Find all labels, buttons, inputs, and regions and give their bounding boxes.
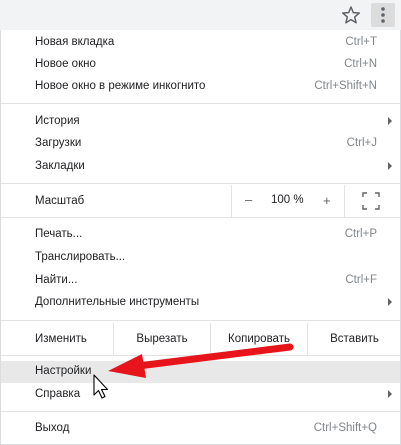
menu-item-shortcut: Ctrl+Shift+Q bbox=[313, 422, 377, 434]
menu-item-print[interactable]: Печать... Ctrl+P bbox=[1, 224, 400, 246]
menu-item-cast[interactable]: Транслировать... bbox=[1, 247, 400, 269]
menu-separator bbox=[1, 183, 400, 184]
submenu-arrow-icon bbox=[388, 390, 392, 398]
menu-item-bookmarks[interactable]: Закладки bbox=[1, 156, 400, 178]
menu-item-find[interactable]: Найти... Ctrl+F bbox=[1, 270, 400, 292]
submenu-arrow-icon bbox=[388, 162, 392, 170]
menu-separator bbox=[1, 320, 400, 321]
cut-button[interactable]: Вырезать bbox=[113, 323, 210, 355]
menu-item-new-window[interactable]: Новое окно Ctrl+N bbox=[1, 54, 400, 76]
submenu-arrow-icon bbox=[388, 117, 392, 125]
menu-item-exit[interactable]: Выход Ctrl+Shift+Q bbox=[1, 418, 400, 440]
menu-separator bbox=[1, 217, 400, 218]
menu-item-label: Дополнительные инструменты bbox=[35, 296, 200, 308]
menu-item-label: Транслировать... bbox=[35, 251, 126, 263]
menu-item-label: Новое окно bbox=[35, 58, 96, 70]
menu-item-shortcut: Ctrl+J bbox=[346, 137, 377, 149]
menu-item-label: Новая вкладка bbox=[35, 36, 115, 48]
menu-item-label: Загрузки bbox=[35, 137, 82, 149]
zoom-out-button[interactable]: – bbox=[245, 192, 252, 207]
menu-item-shortcut: Ctrl+Shift+N bbox=[314, 80, 377, 92]
zoom-in-button[interactable]: + bbox=[323, 193, 331, 208]
menu-separator bbox=[1, 411, 400, 412]
menu-item-label: Найти... bbox=[35, 274, 78, 286]
menu-kebab-button[interactable] bbox=[371, 3, 395, 27]
menu-item-help[interactable]: Справка bbox=[1, 384, 400, 406]
menu-item-more-tools[interactable]: Дополнительные инструменты bbox=[1, 292, 400, 314]
edit-row: Изменить Вырезать Копировать Вставить bbox=[1, 323, 400, 355]
menu-item-history[interactable]: История bbox=[1, 111, 400, 133]
menu-item-new-tab[interactable]: Новая вкладка Ctrl+T bbox=[1, 32, 400, 54]
zoom-label: Масштаб bbox=[35, 195, 85, 207]
copy-button[interactable]: Копировать bbox=[210, 323, 307, 355]
menu-item-label: Закладки bbox=[35, 160, 85, 172]
fullscreen-icon[interactable] bbox=[362, 192, 380, 210]
menu-item-shortcut: Ctrl+T bbox=[345, 36, 377, 48]
edit-label: Изменить bbox=[35, 333, 87, 345]
menu-item-label: Выход bbox=[35, 422, 70, 434]
zoom-row: Масштаб – 100 % + bbox=[1, 185, 400, 217]
menu-item-shortcut: Ctrl+F bbox=[345, 274, 377, 286]
menu-item-new-incognito-window[interactable]: Новое окно в режиме инкогнито Ctrl+Shift… bbox=[1, 76, 400, 98]
menu-item-settings[interactable]: Настройки bbox=[1, 361, 400, 383]
menu-item-label: Новое окно в режиме инкогнито bbox=[35, 80, 206, 92]
zoom-value: 100 % bbox=[271, 194, 304, 206]
menu-item-shortcut: Ctrl+P bbox=[344, 228, 377, 240]
menu-item-shortcut: Ctrl+N bbox=[344, 58, 377, 70]
menu-separator bbox=[1, 355, 400, 356]
star-icon[interactable] bbox=[340, 4, 362, 26]
chrome-main-menu: Новая вкладка Ctrl+T Новое окно Ctrl+N Н… bbox=[0, 30, 401, 445]
menu-item-label: Справка bbox=[35, 388, 81, 400]
browser-toolbar bbox=[0, 0, 401, 30]
paste-button[interactable]: Вставить bbox=[307, 323, 401, 355]
menu-item-label: История bbox=[35, 115, 80, 127]
menu-item-label: Настройки bbox=[35, 365, 92, 377]
menu-separator bbox=[1, 103, 400, 104]
menu-item-label: Печать... bbox=[35, 228, 83, 240]
three-dots-vertical-icon bbox=[381, 7, 385, 23]
menu-item-downloads[interactable]: Загрузки Ctrl+J bbox=[1, 133, 400, 155]
zoom-control: – 100 % + bbox=[231, 185, 345, 217]
submenu-arrow-icon bbox=[388, 298, 392, 306]
